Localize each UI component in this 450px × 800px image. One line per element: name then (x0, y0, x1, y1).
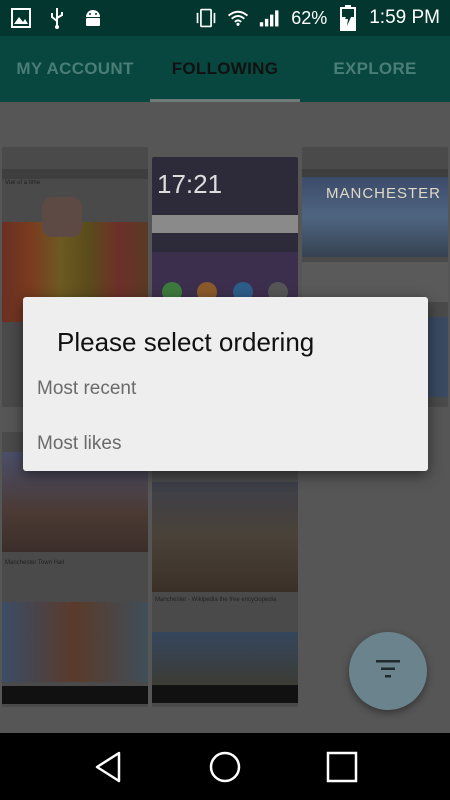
feed-card[interactable]: Manchester - Wikipedia the free encyclop… (152, 467, 298, 707)
navigation-bar (0, 733, 450, 800)
battery-percent: 62% (291, 7, 328, 28)
option-most-recent[interactable]: Most recent (37, 369, 417, 409)
android-icon (82, 7, 104, 29)
usb-icon (46, 7, 68, 29)
home-button[interactable] (201, 743, 249, 791)
recents-icon (326, 751, 357, 782)
card-city-name: MANCHESTER (326, 185, 442, 202)
back-icon (96, 751, 121, 782)
filter-icon (376, 659, 400, 683)
status-right-icons: 62% 1:59 PM (195, 5, 440, 31)
card-clock: 17:21 (157, 169, 223, 199)
recents-button[interactable] (318, 743, 366, 791)
tab-explore[interactable]: EXPLORE (300, 36, 450, 102)
home-icon (209, 751, 241, 782)
tab-my-account[interactable]: MY ACCOUNT (0, 36, 150, 102)
card-caption: Vue of a time (5, 180, 41, 186)
filter-button[interactable] (349, 632, 427, 710)
wifi-icon (227, 7, 249, 29)
back-button[interactable] (84, 743, 132, 791)
battery-charging-icon (337, 5, 359, 31)
tab-following[interactable]: FOLLOWING (150, 36, 300, 102)
tab-bar: MY ACCOUNT FOLLOWING EXPLORE (0, 36, 450, 102)
card-caption: Manchester Town Hall (5, 560, 64, 566)
feed-card[interactable]: Manchester Town Hall (2, 432, 148, 707)
ordering-dialog: Please select ordering Most recent Most … (23, 297, 428, 471)
card-caption: Manchester - Wikipedia the free encyclop… (155, 597, 277, 603)
vibrate-icon (195, 7, 217, 29)
status-left-icons (10, 7, 104, 29)
option-most-likes[interactable]: Most likes (37, 424, 417, 464)
gallery-icon (10, 7, 32, 29)
dialog-title: Please select ordering (57, 327, 315, 357)
signal-icon (259, 7, 281, 29)
clock: 1:59 PM (369, 7, 440, 28)
status-bar: 62% 1:59 PM (0, 0, 450, 36)
